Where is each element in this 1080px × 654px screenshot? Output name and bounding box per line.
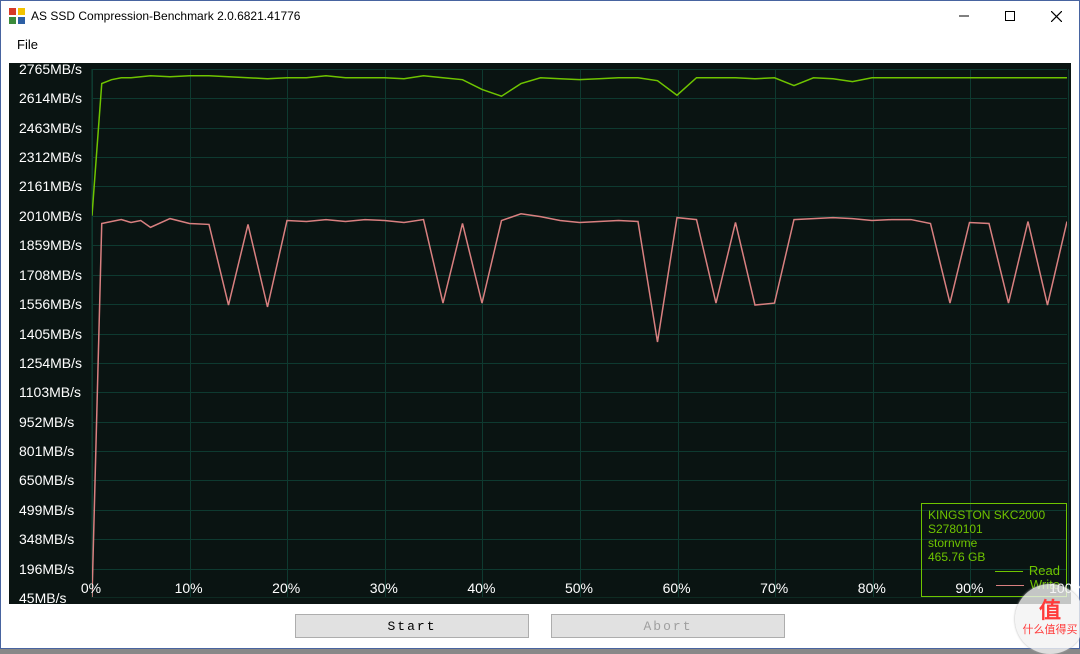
legend-write-row: Write — [928, 578, 1060, 592]
legend-read-row: Read — [928, 564, 1060, 578]
app-icon — [9, 8, 25, 24]
abort-button[interactable]: Abort — [551, 614, 785, 638]
x-tick-label: 100% — [1049, 580, 1080, 596]
legend-read-swatch — [995, 571, 1023, 572]
y-tick-label: 2614MB/s — [19, 90, 82, 106]
chart-plot: KINGSTON SKC2000 S2780101 stornvme 465.7… — [91, 69, 1067, 598]
legend-device: KINGSTON SKC2000 — [928, 508, 1060, 522]
minimize-button[interactable] — [941, 1, 987, 31]
y-tick-label: 1103MB/s — [19, 384, 81, 400]
x-tick-label: 30% — [370, 580, 398, 596]
y-tick-label: 1556MB/s — [19, 296, 82, 312]
close-button[interactable] — [1033, 1, 1079, 31]
start-button[interactable]: Start — [295, 614, 529, 638]
x-tick-label: 60% — [663, 580, 691, 596]
chart-area: KINGSTON SKC2000 S2780101 stornvme 465.7… — [9, 63, 1071, 604]
window-title: AS SSD Compression-Benchmark 2.0.6821.41… — [31, 9, 300, 23]
y-tick-label: 2463MB/s — [19, 120, 82, 136]
menu-file[interactable]: File — [11, 35, 44, 54]
y-tick-label: 1859MB/s — [19, 237, 82, 253]
legend-driver: stornvme — [928, 536, 1060, 550]
x-tick-label: 80% — [858, 580, 886, 596]
y-tick-label: 952MB/s — [19, 414, 74, 430]
y-tick-label: 2161MB/s — [19, 178, 82, 194]
y-tick-label: 2765MB/s — [19, 61, 82, 77]
x-tick-label: 90% — [955, 580, 983, 596]
menu-bar: File — [1, 31, 1079, 59]
y-tick-label: 1708MB/s — [19, 267, 82, 283]
legend-write-swatch — [996, 585, 1024, 586]
app-window: AS SSD Compression-Benchmark 2.0.6821.41… — [0, 0, 1080, 649]
chart-legend: KINGSTON SKC2000 S2780101 stornvme 465.7… — [921, 503, 1067, 597]
legend-serial: S2780101 — [928, 522, 1060, 536]
legend-capacity: 465.76 GB — [928, 550, 1060, 564]
legend-read-label: Read — [1029, 564, 1060, 578]
y-tick-label: 499MB/s — [19, 502, 74, 518]
y-tick-label: 650MB/s — [19, 472, 74, 488]
titlebar: AS SSD Compression-Benchmark 2.0.6821.41… — [1, 1, 1079, 31]
x-tick-label: 0% — [81, 580, 101, 596]
y-tick-label: 196MB/s — [19, 561, 74, 577]
y-tick-label: 1405MB/s — [19, 326, 82, 342]
x-tick-label: 10% — [175, 580, 203, 596]
y-tick-label: 1254MB/s — [19, 355, 82, 371]
y-tick-label: 801MB/s — [19, 443, 74, 459]
x-tick-label: 20% — [272, 580, 300, 596]
button-bar: Start Abort — [1, 604, 1079, 648]
window-controls — [941, 1, 1079, 31]
y-tick-label: 348MB/s — [19, 531, 74, 547]
y-tick-label: 2312MB/s — [19, 149, 82, 165]
maximize-button[interactable] — [987, 1, 1033, 31]
y-tick-label: 45MB/s — [19, 590, 66, 606]
x-tick-label: 50% — [565, 580, 593, 596]
x-tick-label: 40% — [467, 580, 495, 596]
y-tick-label: 2010MB/s — [19, 208, 82, 224]
x-tick-label: 70% — [760, 580, 788, 596]
